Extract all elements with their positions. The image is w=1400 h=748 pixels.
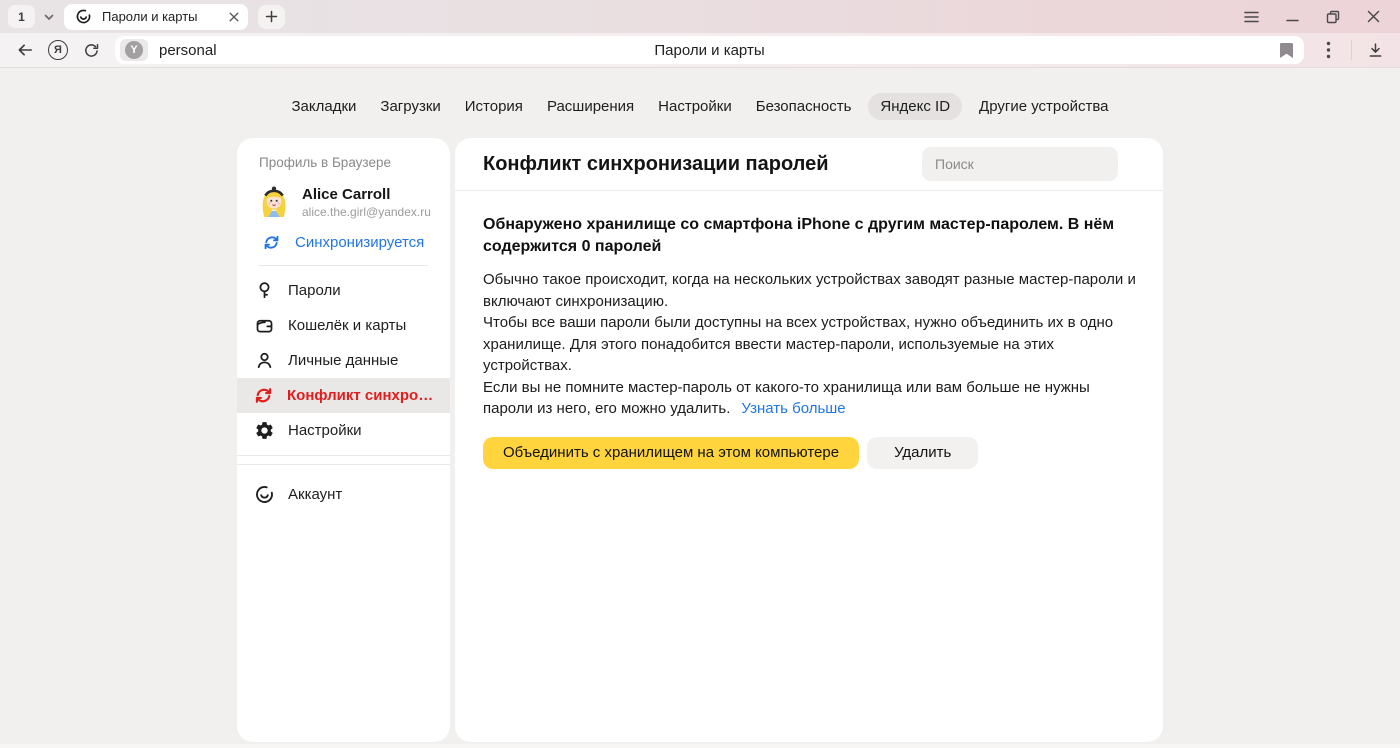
toolbar-more-icon[interactable] <box>1315 37 1341 63</box>
page-title: Конфликт синхронизации паролей <box>483 153 829 176</box>
main-card: Конфликт синхронизации паролей Обнаружен… <box>455 138 1163 742</box>
bookmark-icon[interactable] <box>1279 42 1294 59</box>
sidebar-card: Профиль в Браузере <box>237 138 450 742</box>
nav-tab-extensions[interactable]: Расширения <box>547 98 634 115</box>
sidebar-item-label: Личные данные <box>288 352 398 369</box>
person-icon <box>253 350 275 372</box>
browser-toolbar: Я Y personal Пароли и карты <box>0 33 1400 68</box>
sidebar-item-account[interactable]: Аккаунт <box>237 477 450 512</box>
sidebar-item-personal-data[interactable]: Личные данные <box>237 343 450 378</box>
browser-window: 1 Пароли и карты <box>0 0 1400 748</box>
nav-tab-history[interactable]: История <box>465 98 523 115</box>
cards-row: Профиль в Браузере <box>0 138 1400 742</box>
address-bar[interactable]: Y personal Пароли и карты <box>115 36 1304 64</box>
sidebar-item-passwords[interactable]: Пароли <box>237 273 450 308</box>
sidebar-divider <box>259 265 428 266</box>
nav-tab-yandex-id[interactable]: Яндекс ID <box>868 93 962 120</box>
conflict-description: Обычно такое происходит, когда на нескол… <box>483 269 1138 420</box>
address-url-text: personal <box>159 42 217 59</box>
nav-tab-security[interactable]: Безопасность <box>756 98 852 115</box>
new-tab-button[interactable] <box>258 5 285 29</box>
toolbar-divider <box>1351 40 1352 60</box>
sidebar-section-divider <box>237 464 450 465</box>
sidebar-item-label: Пароли <box>288 282 341 299</box>
sidebar-item-sync-conflict[interactable]: Конфликт синхрониз… <box>237 378 450 413</box>
profile-email: alice.the.girl@yandex.ru <box>302 205 431 219</box>
sidebar-item-label: Кошелёк и карты <box>288 317 406 334</box>
nav-tab-bookmarks[interactable]: Закладки <box>291 98 356 115</box>
browser-tab[interactable]: Пароли и карты <box>64 4 248 30</box>
reload-icon[interactable] <box>78 37 104 63</box>
main-body: Обнаружено хранилище со смартфона iPhone… <box>455 191 1163 469</box>
search-input[interactable] <box>922 147 1118 181</box>
key-icon <box>253 280 275 302</box>
sidebar-section-gap <box>237 456 450 464</box>
back-icon[interactable] <box>12 37 38 63</box>
sync-status-row[interactable]: Синхронизируется <box>262 233 434 252</box>
profile-row[interactable]: Alice Carroll alice.the.girl@yandex.ru <box>255 183 434 221</box>
profile-name: Alice Carroll <box>302 186 431 203</box>
paragraph: Если вы не помните мастер-пароль от како… <box>483 377 1138 420</box>
delete-storage-button[interactable]: Удалить <box>867 437 978 469</box>
browser-menu-icon[interactable] <box>1244 11 1259 23</box>
minimize-window-icon[interactable] <box>1286 10 1299 23</box>
yandex-id-smile-favicon-icon <box>75 8 92 25</box>
downloads-icon[interactable] <box>1362 37 1388 63</box>
paragraph: Чтобы все ваши пароли были доступны на в… <box>483 312 1138 377</box>
yandex-home-icon[interactable]: Я <box>45 37 71 63</box>
tab-strip: 1 Пароли и карты <box>0 0 1400 33</box>
sidebar-item-wallet-cards[interactable]: Кошелёк и карты <box>237 308 450 343</box>
merge-storage-button[interactable]: Объединить с хранилищем на этом компьюте… <box>483 437 859 469</box>
actions-row: Объединить с хранилищем на этом компьюте… <box>483 437 1135 469</box>
sync-conflict-icon <box>253 385 274 407</box>
address-page-title: Пароли и карты <box>115 42 1304 59</box>
tab-title: Пароли и карты <box>102 9 219 24</box>
sync-status-label[interactable]: Синхронизируется <box>295 234 424 251</box>
avatar <box>255 183 293 221</box>
yandex-id-smile-icon <box>253 484 275 506</box>
sync-icon <box>262 233 281 252</box>
profile-texts: Alice Carroll alice.the.girl@yandex.ru <box>302 186 431 219</box>
learn-more-link[interactable]: Узнать больше <box>741 400 845 417</box>
page-content: Закладки Загрузки История Расширения Нас… <box>0 68 1400 748</box>
tab-list-chevron-down-icon[interactable] <box>43 11 55 23</box>
nav-tab-other-devices[interactable]: Другие устройства <box>979 98 1108 115</box>
sidebar-item-label: Конфликт синхрониз… <box>287 387 442 404</box>
sidebar-menu: Пароли Кошелёк и карты <box>237 273 450 448</box>
main-header: Конфликт синхронизации паролей <box>455 138 1163 191</box>
conflict-heading: Обнаружено хранилище со смартфона iPhone… <box>483 214 1138 258</box>
window-controls <box>1244 10 1380 24</box>
sidebar-item-settings[interactable]: Настройки <box>237 413 450 448</box>
wallet-icon <box>253 315 275 337</box>
tab-close-icon[interactable] <box>229 12 239 22</box>
nav-tab-downloads[interactable]: Загрузки <box>380 98 440 115</box>
close-window-icon[interactable] <box>1367 10 1380 23</box>
paragraph: Обычно такое происходит, когда на нескол… <box>483 269 1138 312</box>
sidebar-item-label: Аккаунт <box>288 486 342 503</box>
sidebar-item-label: Настройки <box>288 422 362 439</box>
tab-counter-button[interactable]: 1 <box>8 5 35 28</box>
gear-icon <box>253 420 275 442</box>
yandex-letter: Я <box>48 40 68 60</box>
profile-section-label: Профиль в Браузере <box>259 155 428 170</box>
nav-tab-settings[interactable]: Настройки <box>658 98 732 115</box>
window-bottom-edge <box>0 744 1400 748</box>
restore-window-icon[interactable] <box>1326 10 1340 24</box>
settings-nav-tabs: Закладки Загрузки История Расширения Нас… <box>0 93 1400 119</box>
